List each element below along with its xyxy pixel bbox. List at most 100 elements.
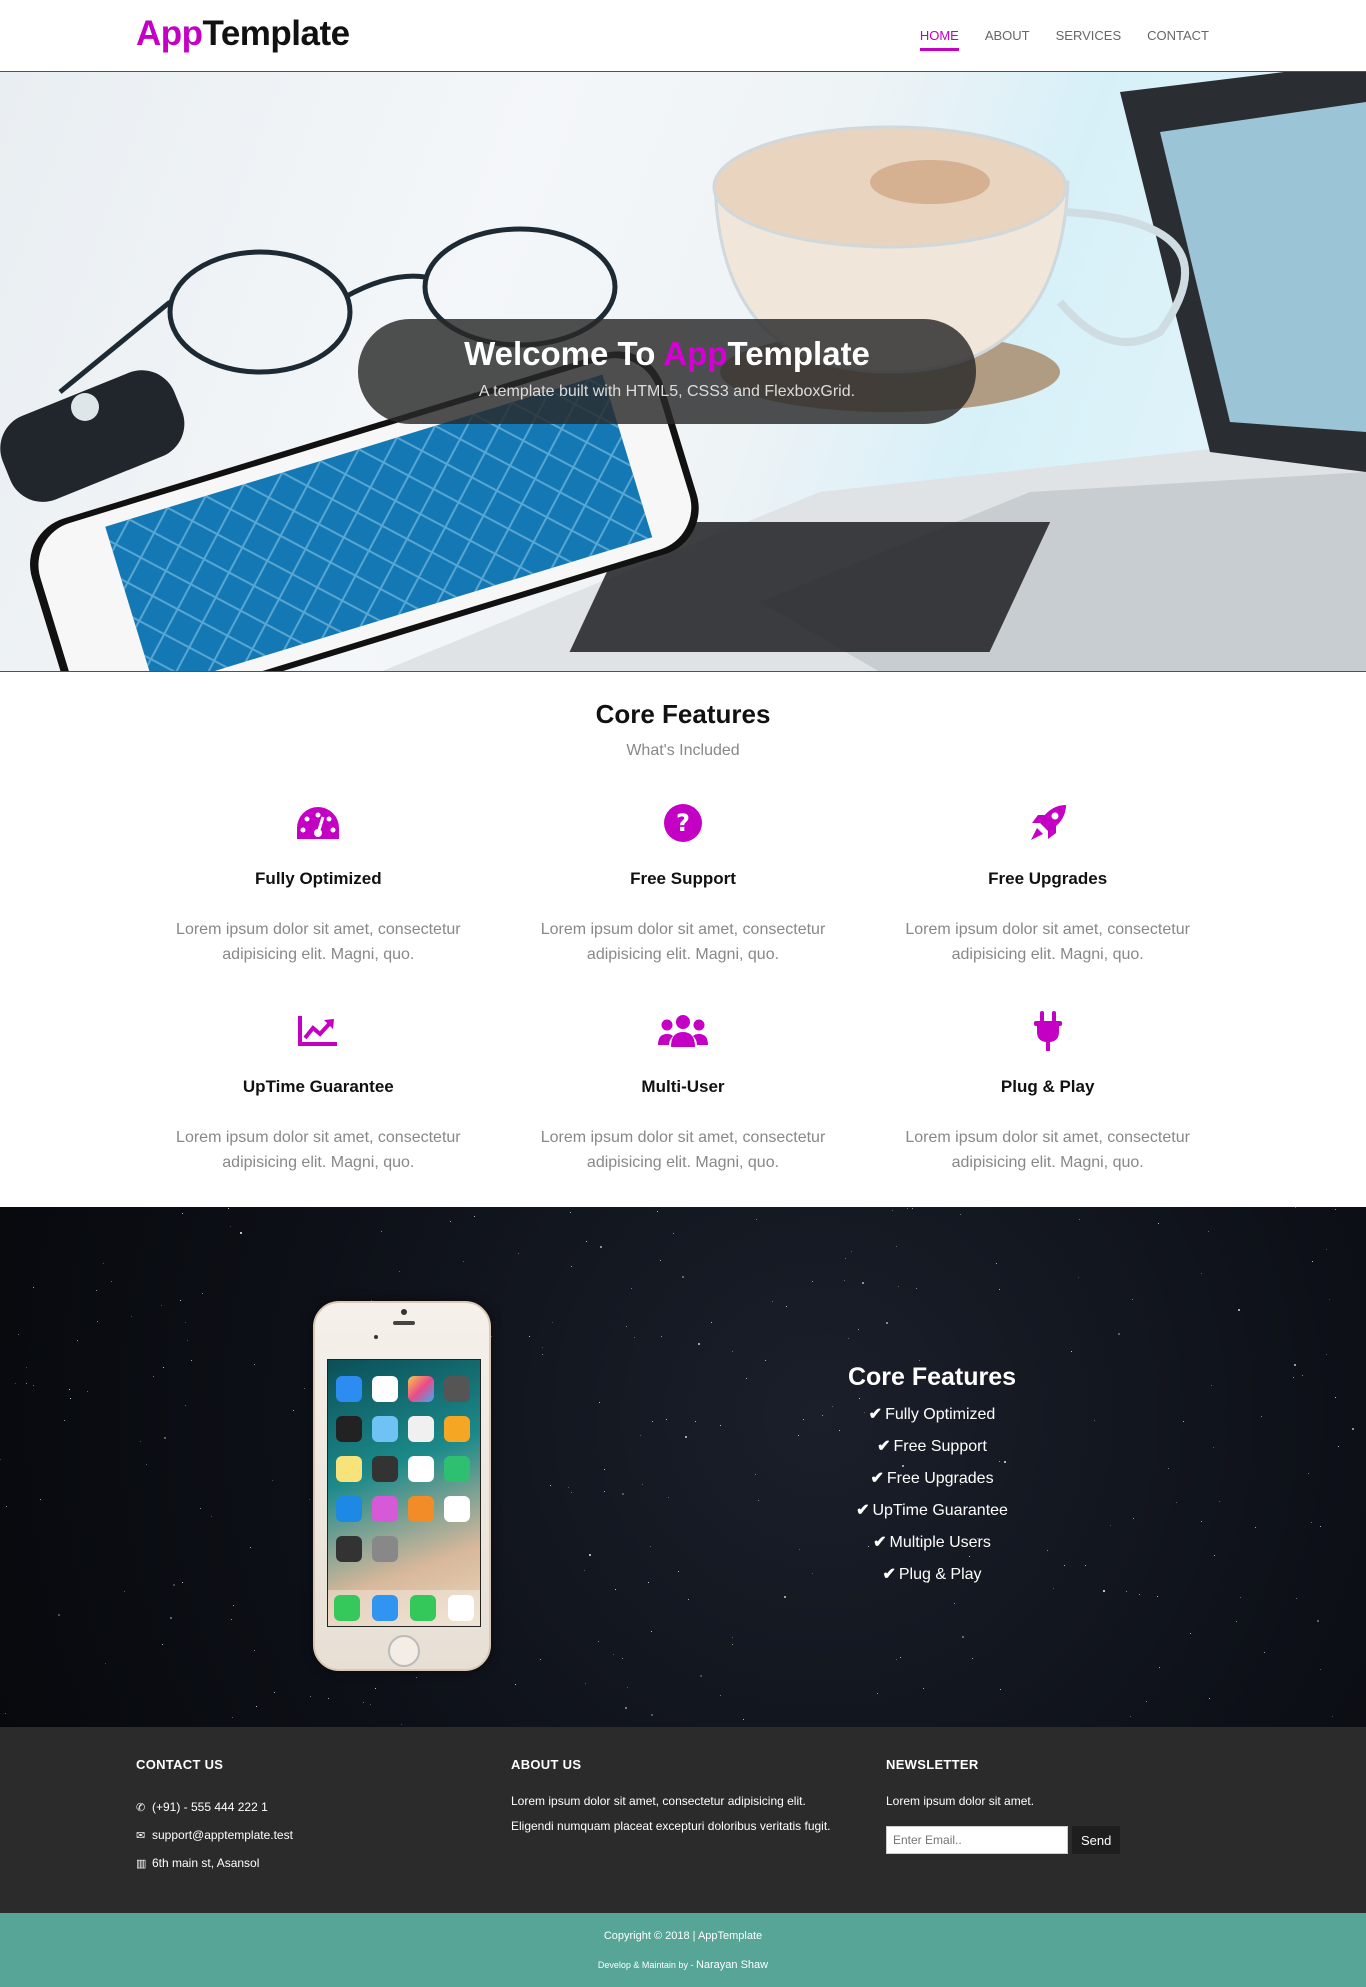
brand-accent: App <box>136 14 203 53</box>
star <box>688 1599 689 1600</box>
star <box>1064 1565 1065 1566</box>
showcase-item-label: Multiple Users <box>889 1534 991 1551</box>
star <box>1320 1669 1321 1670</box>
star <box>146 1464 147 1465</box>
nav-services[interactable]: SERVICES <box>1056 28 1122 49</box>
star <box>162 1644 163 1645</box>
star <box>1157 1596 1158 1597</box>
star <box>26 1367 27 1368</box>
star <box>103 1263 104 1264</box>
star <box>310 1696 311 1697</box>
star <box>463 1261 464 1262</box>
hero-overlay: Welcome To AppTemplate A template built … <box>358 319 976 424</box>
hero-section: Welcome To AppTemplate A template built … <box>0 72 1366 672</box>
star <box>586 1241 587 1242</box>
star <box>131 1316 132 1317</box>
star <box>1326 1249 1327 1250</box>
star <box>1132 1299 1133 1300</box>
star <box>370 1704 371 1705</box>
feature-name: Free Upgrades <box>988 869 1108 888</box>
newsletter-send-button[interactable]: Send <box>1072 1826 1121 1854</box>
app-icon <box>408 1416 434 1442</box>
star <box>626 1326 627 1327</box>
nav-contact[interactable]: CONTACT <box>1147 28 1209 49</box>
star <box>896 1246 897 1247</box>
star <box>450 1221 451 1222</box>
star <box>1139 1594 1140 1595</box>
star <box>228 1208 229 1209</box>
svg-text:?: ? <box>676 809 690 837</box>
main-nav: HOME ABOUT SERVICES CONTACT <box>894 28 1209 51</box>
star <box>700 1675 702 1677</box>
star <box>1335 1209 1336 1210</box>
feature-desc: Lorem ipsum dolor sit amet, consectetur … <box>905 921 1190 963</box>
credit-author[interactable]: Narayan Shaw <box>696 1959 768 1971</box>
showcase-item: ✔ Fully Optimized <box>820 1404 1044 1424</box>
star <box>111 1281 112 1282</box>
messages-app-icon <box>410 1595 436 1621</box>
footer-email-text[interactable]: support@apptemplate.test <box>152 1828 293 1842</box>
phone-camera <box>401 1309 407 1315</box>
star <box>648 1582 649 1583</box>
star <box>1118 1333 1120 1335</box>
showcase-item: ✔ Free Support <box>820 1436 1044 1456</box>
star <box>900 1657 901 1658</box>
feature-name: Free Support <box>630 869 736 888</box>
star <box>678 1571 679 1572</box>
star <box>1264 1652 1265 1653</box>
star <box>661 1336 662 1337</box>
star <box>274 1692 275 1693</box>
star <box>1201 1521 1202 1522</box>
chart-line-icon <box>136 1009 501 1053</box>
app-icon <box>336 1376 362 1402</box>
star <box>77 1340 78 1341</box>
star <box>598 1641 599 1642</box>
star <box>570 1212 571 1213</box>
star <box>720 1425 721 1426</box>
newsletter-email-input[interactable] <box>886 1826 1068 1854</box>
star <box>698 1343 700 1345</box>
credit-line: Develop & Maintain by - Narayan Shaw <box>0 1959 1366 1971</box>
star <box>328 1698 329 1699</box>
star <box>1208 1231 1209 1232</box>
star <box>732 1351 733 1352</box>
app-icon <box>372 1416 398 1442</box>
star <box>999 1289 1000 1290</box>
star <box>666 1419 667 1420</box>
check-icon: ✔ <box>868 1406 883 1423</box>
brand-logo[interactable]: AppTemplate <box>136 14 350 54</box>
app-icon <box>372 1496 398 1522</box>
showcase-item-label: Free Upgrades <box>886 1470 994 1487</box>
nav-home[interactable]: HOME <box>919 28 959 51</box>
feature-card: Multi-User Lorem ipsum dolor sit amet, c… <box>501 1009 866 1175</box>
features-title: Core Features <box>595 699 771 729</box>
star <box>15 1383 16 1384</box>
star <box>1329 1299 1330 1300</box>
app-icon <box>444 1376 470 1402</box>
star <box>293 1410 294 1411</box>
star <box>962 1636 964 1638</box>
star <box>923 1688 924 1689</box>
hero-subtitle: A template built with HTML5, CSS3 and Fl… <box>478 383 856 400</box>
star <box>416 1677 417 1678</box>
star <box>399 1271 400 1272</box>
app-icon <box>408 1496 434 1522</box>
copyright-text: Copyright © 2018 | AppTemplate <box>603 1930 763 1942</box>
star <box>1126 1591 1127 1592</box>
star <box>844 1280 845 1281</box>
star <box>254 1650 255 1651</box>
star <box>1047 1550 1048 1551</box>
showcase-feature-list: Core Features ✔ Fully Optimized ✔ Free Sup… <box>820 1363 1044 1584</box>
footer-email[interactable]: ✉ support@apptemplate.test <box>136 1828 476 1842</box>
nav-about[interactable]: ABOUT <box>985 28 1030 49</box>
star <box>1296 1598 1297 1599</box>
showcase-item-label: Fully Optimized <box>885 1406 996 1423</box>
footer-contact-title: CONTACT US <box>136 1757 224 1772</box>
star <box>550 1485 551 1486</box>
phone-app-grid <box>336 1376 470 1562</box>
star <box>1158 1223 1159 1224</box>
star <box>634 1337 635 1338</box>
showcase-section: Core Features ✔ Fully Optimized ✔ Free Sup… <box>0 1207 1366 1727</box>
question-circle-icon: ? <box>501 801 866 845</box>
star <box>589 1554 591 1556</box>
